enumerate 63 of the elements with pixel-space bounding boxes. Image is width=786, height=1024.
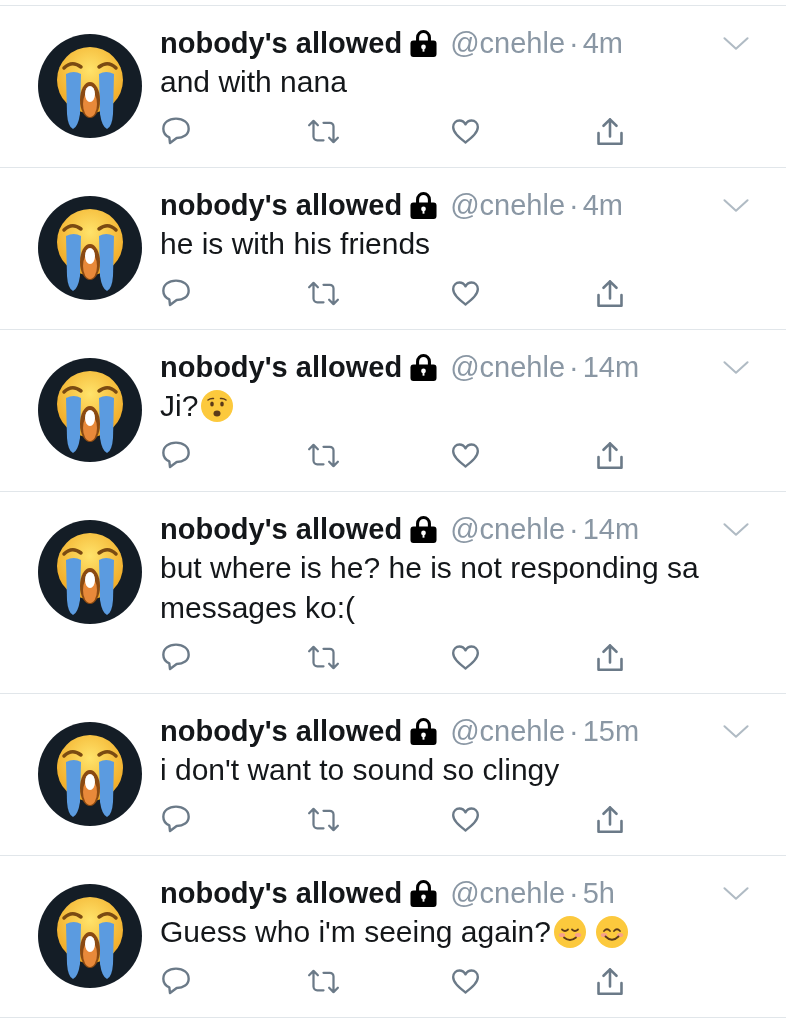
upload-icon[interactable] (597, 117, 623, 145)
heart-icon[interactable] (452, 644, 479, 670)
author-handle: @cnehle (450, 512, 566, 547)
speech-bubble-icon[interactable] (162, 117, 190, 145)
speech-bubble-icon[interactable] (162, 805, 190, 833)
author-name: nobody's allowed (160, 26, 403, 61)
tweet-text: he is with his friends (160, 227, 431, 260)
repeat-arrows-icon[interactable] (307, 280, 340, 306)
crying-face-avatar[interactable] (38, 34, 142, 138)
speech-bubble-icon[interactable] (162, 441, 190, 469)
timestamp: 5h (582, 876, 615, 911)
author-name: nobody's allowed (160, 876, 403, 911)
heart-icon[interactable] (452, 280, 479, 306)
separator-dot: · (569, 714, 579, 749)
upload-icon[interactable] (597, 967, 623, 995)
crying-face-avatar[interactable] (38, 884, 142, 988)
author-handle: @cnehle (450, 26, 566, 61)
separator-dot: · (569, 512, 579, 547)
crying-face-avatar[interactable] (38, 358, 142, 462)
tweet-text: but where is he? he is not responding sa messages ko:( (160, 551, 699, 624)
author-name: nobody's allowed (160, 714, 403, 749)
heart-icon[interactable] (452, 442, 479, 468)
repeat-arrows-icon[interactable] (307, 644, 340, 670)
author-name: nobody's allowed (160, 188, 403, 223)
repeat-arrows-icon[interactable] (307, 118, 340, 144)
author-name: nobody's allowed (160, 512, 403, 547)
heart-icon[interactable] (452, 806, 479, 832)
crying-face-avatar[interactable] (38, 722, 142, 826)
repeat-arrows-icon[interactable] (307, 968, 340, 994)
heart-icon[interactable] (452, 118, 479, 144)
separator-dot: · (569, 26, 579, 61)
upload-icon[interactable] (597, 643, 623, 671)
author-handle: @cnehle (450, 188, 566, 223)
speech-bubble-icon[interactable] (162, 643, 190, 671)
upload-icon[interactable] (597, 805, 623, 833)
timestamp: 14m (582, 512, 640, 547)
speech-bubble-icon[interactable] (162, 279, 190, 307)
frowning-face-icon (201, 390, 234, 422)
separator-dot: · (569, 876, 579, 911)
tweet-text: i don't want to sound so clingy (160, 753, 560, 786)
upload-icon[interactable] (597, 279, 623, 307)
timestamp: 15m (582, 714, 640, 749)
repeat-arrows-icon[interactable] (307, 442, 340, 468)
upload-icon[interactable] (597, 441, 623, 469)
separator-dot: · (569, 350, 579, 385)
tweet-text: Ji? (160, 389, 199, 422)
blushing-smile-icon (553, 916, 586, 948)
timestamp: 4m (582, 26, 623, 61)
author-handle: @cnehle (450, 714, 566, 749)
crying-face-avatar[interactable] (38, 196, 142, 300)
repeat-arrows-icon[interactable] (307, 806, 340, 832)
smiling-face-icon (595, 916, 628, 948)
timestamp: 14m (582, 350, 640, 385)
tweet-text: and with nana (160, 65, 347, 98)
speech-bubble-icon[interactable] (162, 967, 190, 995)
author-handle: @cnehle (450, 350, 566, 385)
separator-dot: · (569, 188, 579, 223)
heart-icon[interactable] (452, 968, 479, 994)
timestamp: 4m (582, 188, 623, 223)
tweet-text: Guess who i'm seeing again? (160, 915, 551, 948)
author-name: nobody's allowed (160, 350, 403, 385)
crying-face-avatar[interactable] (38, 520, 142, 624)
author-handle: @cnehle (450, 876, 566, 911)
